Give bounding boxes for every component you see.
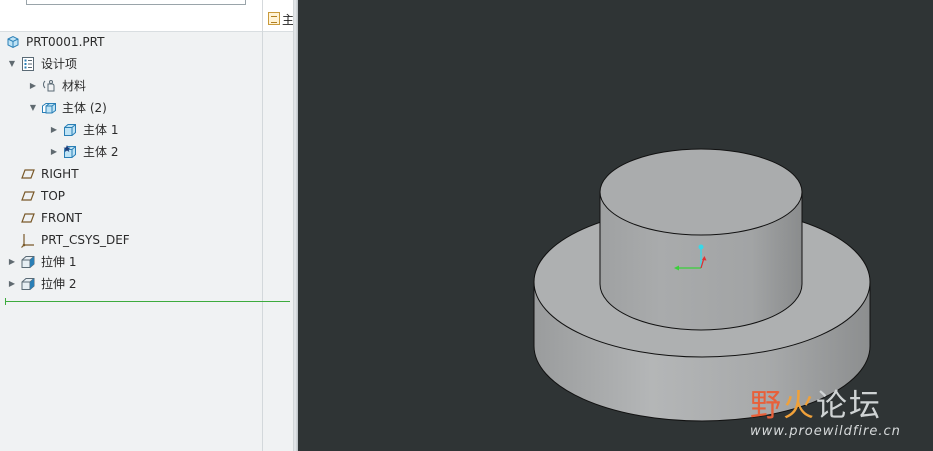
datum-plane-icon bbox=[20, 166, 36, 182]
tree-item-front-plane[interactable]: FRONT bbox=[20, 207, 82, 229]
expand-right-icon[interactable]: ▶ bbox=[6, 251, 18, 273]
bodies-icon bbox=[41, 100, 57, 116]
insert-here-marker[interactable] bbox=[5, 298, 290, 305]
tree-item-label: RIGHT bbox=[41, 167, 79, 181]
tree-item-body-1[interactable]: ▶ 主体 1 bbox=[48, 119, 119, 141]
tree-item-material[interactable]: ▶ 材料 bbox=[27, 75, 86, 97]
expand-right-icon[interactable]: ▶ bbox=[27, 75, 39, 97]
tree-item-extrude-2[interactable]: ▶ 拉伸 2 bbox=[6, 273, 77, 295]
expand-down-icon[interactable]: ▼ bbox=[27, 97, 39, 119]
tree-item-label: 主体 1 bbox=[83, 123, 119, 137]
expand-right-icon[interactable]: ▶ bbox=[6, 273, 18, 295]
tree-item-label: 设计项 bbox=[41, 57, 78, 71]
tree-item-extrude-1[interactable]: ▶ 拉伸 1 bbox=[6, 251, 77, 273]
material-icon bbox=[41, 78, 57, 94]
tree-item-label: PRT_CSYS_DEF bbox=[41, 233, 130, 247]
tree-item-label: 主体 2 bbox=[83, 145, 119, 159]
watermark-url: www.proewildfire.cn bbox=[750, 424, 901, 439]
toolbar-separator bbox=[262, 0, 263, 31]
tree-item-right-plane[interactable]: RIGHT bbox=[20, 163, 79, 185]
column-separator bbox=[262, 31, 263, 451]
tree-item-csys[interactable]: PRT_CSYS_DEF bbox=[20, 229, 130, 251]
tree-item-bodies[interactable]: ▼ 主体 (2) bbox=[27, 97, 107, 119]
upper-cylinder-top[interactable] bbox=[599, 148, 803, 236]
tree-item-label: PRT0001.PRT bbox=[26, 35, 105, 49]
tree-item-label: 材料 bbox=[62, 79, 87, 93]
extrude-icon bbox=[20, 276, 36, 292]
model-tree-panel: 主 PRT0001.PRT ▼ 设计项 ▶ 材料 ▼ 主体 (2) ▶ 主体 1… bbox=[0, 0, 293, 451]
part-icon bbox=[5, 34, 21, 50]
default-body-icon bbox=[62, 144, 78, 160]
model-tree-toolbar: 主 bbox=[0, 0, 293, 32]
tree-item-label: 拉伸 2 bbox=[41, 277, 77, 291]
graphics-viewport[interactable]: 野火论坛 www.proewildfire.cn bbox=[298, 0, 933, 451]
filter-icon[interactable] bbox=[268, 12, 280, 25]
tree-item-design-items[interactable]: ▼ 设计项 bbox=[6, 53, 77, 75]
datum-plane-icon bbox=[20, 188, 36, 204]
watermark-logo: 野火论坛 www.proewildfire.cn bbox=[750, 380, 930, 444]
watermark-title: 野火论坛 bbox=[750, 388, 882, 424]
datum-plane-icon bbox=[20, 210, 36, 226]
tree-item-label: FRONT bbox=[41, 211, 82, 225]
search-input[interactable] bbox=[26, 0, 246, 5]
tree-item-label: TOP bbox=[41, 189, 66, 203]
tree-item-label: 主体 (2) bbox=[62, 101, 107, 115]
tree-item-body-2[interactable]: ▶ 主体 2 bbox=[48, 141, 118, 163]
tree-item-top-plane[interactable]: TOP bbox=[20, 185, 65, 207]
coordinate-system-icon bbox=[20, 232, 36, 248]
expand-right-icon[interactable]: ▶ bbox=[48, 141, 60, 163]
expand-right-icon[interactable]: ▶ bbox=[48, 119, 60, 141]
design-items-icon bbox=[20, 56, 36, 72]
body-icon bbox=[62, 122, 78, 138]
expand-down-icon[interactable]: ▼ bbox=[6, 53, 18, 75]
filter-label[interactable]: 主 bbox=[282, 11, 293, 28]
tree-item-root[interactable]: PRT0001.PRT bbox=[5, 31, 104, 53]
extrude-icon bbox=[20, 254, 36, 270]
tree-item-label: 拉伸 1 bbox=[41, 255, 77, 269]
